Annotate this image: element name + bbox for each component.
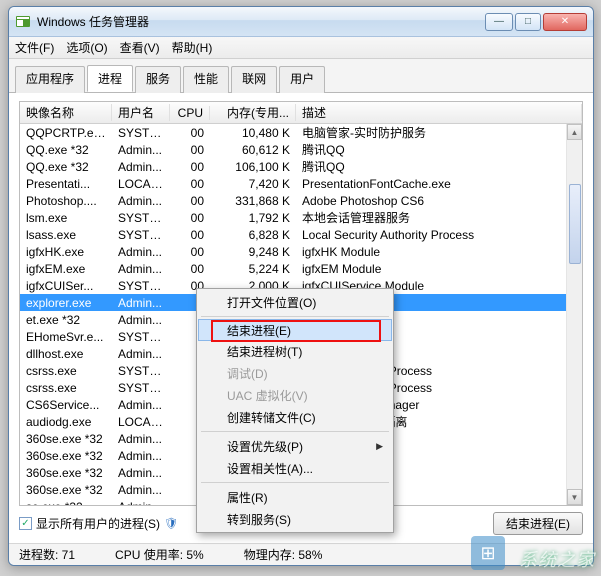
col-desc[interactable]: 描述 [296, 104, 582, 121]
menu-item[interactable]: 打开文件位置(O) [199, 291, 391, 313]
menu-item[interactable]: 设置相关性(A)... [199, 457, 391, 479]
tab-users[interactable]: 用户 [279, 66, 325, 93]
status-process-count: 进程数: 71 [19, 546, 75, 563]
table-row[interactable]: Photoshop....Admin...00331,868 KAdobe Ph… [20, 192, 566, 209]
table-row[interactable]: QQ.exe *32Admin...0060,612 K腾讯QQ [20, 141, 566, 158]
menu-item[interactable]: 结束进程(E) [198, 319, 392, 341]
col-name[interactable]: 映像名称 [20, 104, 112, 121]
tab-networking[interactable]: 联网 [231, 66, 277, 93]
menu-help[interactable]: 帮助(H) [172, 39, 213, 56]
window-title: Windows 任务管理器 [37, 13, 485, 30]
list-header[interactable]: 映像名称 用户名 CPU 内存(专用... 描述 [20, 102, 582, 124]
context-menu[interactable]: 打开文件位置(O) 结束进程(E)结束进程树(T)调试(D)UAC 虚拟化(V)创… [196, 288, 394, 533]
shield-icon: 🛡 [164, 517, 178, 530]
show-all-users-checkbox[interactable]: ✓ 显示所有用户的进程(S) 🛡 [19, 515, 178, 532]
scroll-down-icon[interactable]: ▼ [567, 489, 582, 505]
checkbox-icon[interactable]: ✓ [19, 517, 32, 530]
table-row[interactable]: lsass.exeSYSTEM006,828 KLocal Security A… [20, 226, 566, 243]
table-row[interactable]: lsm.exeSYSTEM001,792 K本地会话管理器服务 [20, 209, 566, 226]
scroll-thumb[interactable] [569, 184, 581, 264]
status-mem-usage: 物理内存: 58% [244, 546, 323, 563]
menu-item[interactable]: 结束进程树(T) [199, 340, 391, 362]
menu-item[interactable]: 设置优先级(P)▶ [199, 435, 391, 457]
table-row[interactable]: Presentati...LOCAL...007,420 KPresentati… [20, 175, 566, 192]
statusbar: 进程数: 71 CPU 使用率: 5% 物理内存: 58% [9, 543, 593, 565]
menu-item: UAC 虚拟化(V) [199, 384, 391, 406]
maximize-button[interactable]: □ [515, 13, 541, 31]
table-row[interactable]: QQ.exe *32Admin...00106,100 K腾讯QQ [20, 158, 566, 175]
close-button[interactable]: ✕ [543, 13, 587, 31]
menu-item[interactable]: 创建转储文件(C) [199, 406, 391, 428]
menu-view[interactable]: 查看(V) [120, 39, 160, 56]
tab-applications[interactable]: 应用程序 [15, 66, 85, 93]
tab-services[interactable]: 服务 [135, 66, 181, 93]
app-icon [15, 14, 31, 30]
table-row[interactable]: igfxHK.exeAdmin...009,248 KigfxHK Module [20, 243, 566, 260]
col-mem[interactable]: 内存(专用... [210, 104, 296, 121]
tab-performance[interactable]: 性能 [183, 66, 229, 93]
menubar: 文件(F) 选项(O) 查看(V) 帮助(H) [9, 37, 593, 59]
checkbox-label: 显示所有用户的进程(S) [36, 515, 160, 532]
col-user[interactable]: 用户名 [112, 104, 170, 121]
vertical-scrollbar[interactable]: ▲ ▼ [566, 124, 582, 505]
scroll-up-icon[interactable]: ▲ [567, 124, 582, 140]
tab-processes[interactable]: 进程 [87, 65, 133, 92]
end-process-button[interactable]: 结束进程(E) [493, 512, 583, 535]
table-row[interactable]: QQPCRTP.ex...SYSTEM0010,480 K电脑管家-实时防护服务 [20, 124, 566, 141]
menu-file[interactable]: 文件(F) [15, 39, 54, 56]
table-row[interactable]: igfxEM.exeAdmin...005,224 KigfxEM Module [20, 260, 566, 277]
tabstrip: 应用程序 进程 服务 性能 联网 用户 [9, 59, 593, 93]
titlebar[interactable]: Windows 任务管理器 — □ ✕ [9, 7, 593, 37]
menu-options[interactable]: 选项(O) [66, 39, 107, 56]
menu-item[interactable]: 转到服务(S) [199, 508, 391, 530]
minimize-button[interactable]: — [485, 13, 513, 31]
menu-item[interactable]: 属性(R) [199, 486, 391, 508]
menu-item: 调试(D) [199, 362, 391, 384]
status-cpu-usage: CPU 使用率: 5% [115, 546, 204, 563]
col-cpu[interactable]: CPU [170, 106, 210, 120]
